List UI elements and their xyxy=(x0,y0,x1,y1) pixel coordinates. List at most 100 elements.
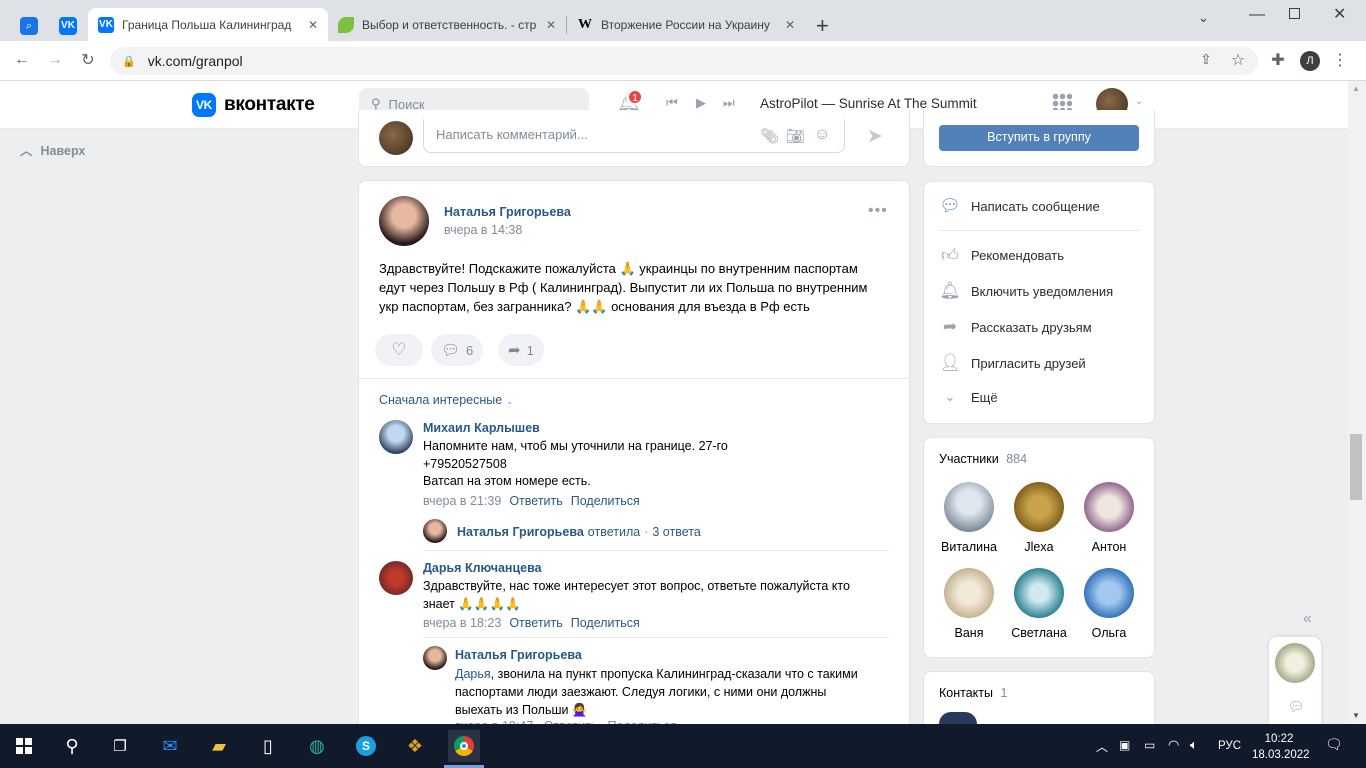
reply-link[interactable]: Ответить xyxy=(509,494,562,508)
bookmark-star-icon[interactable]: ☆ xyxy=(1228,50,1248,70)
comment-author-avatar[interactable] xyxy=(379,561,413,595)
edge-browser-icon[interactable]: ◍ xyxy=(301,730,333,762)
camera-icon[interactable]: 📷︎ xyxy=(786,127,805,145)
profile-avatar[interactable]: Л xyxy=(1300,51,1320,71)
comment-input[interactable]: Написать комментарий... xyxy=(423,119,845,153)
post-author-avatar[interactable] xyxy=(379,196,429,246)
clock[interactable]: 10:22 18.03.2022 xyxy=(1252,731,1310,763)
scroll-up-arrow-icon[interactable]: ▲ xyxy=(1352,84,1360,93)
browser-menu-icon[interactable]: ⋮ xyxy=(1330,50,1350,70)
tab-search-icon[interactable]: ⌕ xyxy=(20,17,38,35)
emoji-icon[interactable]: ☺ xyxy=(814,126,830,144)
show-hidden-icons-icon[interactable]: ︿ xyxy=(1096,738,1108,755)
input-language-indicator[interactable]: РУС xyxy=(1218,740,1241,752)
vk-logo[interactable]: VK вконтакте xyxy=(192,91,315,119)
tab-list-icon[interactable]: ⌄ xyxy=(1198,10,1209,26)
member-item[interactable]: Виталина xyxy=(934,482,1004,554)
contact-avatar[interactable] xyxy=(939,712,977,724)
member-avatar xyxy=(1014,482,1064,532)
send-icon[interactable]: ➤ xyxy=(867,125,883,148)
photos-app-icon[interactable]: ❖ xyxy=(399,730,431,762)
page-scrollbar[interactable] xyxy=(1348,81,1366,724)
pinned-vk-tab-icon[interactable]: VK xyxy=(59,17,77,35)
comments-button[interactable]: 💬︎ 6 xyxy=(431,334,484,366)
tab-wikipedia[interactable]: W Вторжение России на Украину ✕ xyxy=(567,8,805,41)
post-author-name[interactable]: Наталья Григорьева xyxy=(444,205,571,219)
members-header[interactable]: Участники 884 xyxy=(939,452,1027,466)
chevron-down-icon[interactable]: ⌄ xyxy=(1135,96,1143,107)
write-message-button[interactable]: 💬︎ Написать сообщение xyxy=(939,196,1100,216)
tab-granpol[interactable]: VK Граница Польша Калининград ✕ xyxy=(88,8,328,41)
close-window-icon[interactable]: ✕ xyxy=(1333,4,1346,24)
contacts-header[interactable]: Контакты 1 xyxy=(939,686,1007,700)
invite-friends-button[interactable]: 👤︎ Пригласить друзей xyxy=(939,353,1085,373)
reply-author-name[interactable]: Наталья Григорьева xyxy=(455,648,582,662)
collapse-chats-icon[interactable]: « xyxy=(1303,610,1312,628)
address-bar[interactable]: 🔒 vk.com/granpol xyxy=(110,47,1258,75)
url-text: vk.com/granpol xyxy=(147,53,243,69)
share-link[interactable]: Поделиться xyxy=(571,616,640,630)
share-link[interactable]: Поделиться xyxy=(571,494,640,508)
skype-icon[interactable]: S xyxy=(350,730,382,762)
task-view-icon[interactable]: ❐ xyxy=(104,730,136,762)
comments-sort-dropdown[interactable]: Сначала интересные ⌄ xyxy=(379,393,513,407)
back-icon[interactable]: ← xyxy=(12,51,32,69)
reply-addressee-link[interactable]: Дарья xyxy=(455,667,491,681)
tab-choice[interactable]: Выбор и ответственность. - стр ✕ xyxy=(328,8,566,41)
start-windows-icon[interactable] xyxy=(8,730,40,762)
taskbar-search-icon[interactable]: ⚲ xyxy=(56,730,88,762)
forward-icon[interactable]: → xyxy=(45,51,65,69)
member-item[interactable]: Jlexa xyxy=(1004,482,1074,554)
file-explorer-icon[interactable]: ▰ xyxy=(203,730,235,762)
extensions-icon[interactable]: ✚ xyxy=(1268,50,1288,70)
scroll-down-arrow-icon[interactable]: ▼ xyxy=(1352,711,1360,720)
close-tab-icon[interactable]: ✕ xyxy=(308,18,318,32)
close-tab-icon[interactable]: ✕ xyxy=(785,18,795,32)
comment-author-name[interactable]: Михаил Карлышев xyxy=(423,421,540,435)
chrome-browser-icon[interactable] xyxy=(448,730,480,762)
member-avatar xyxy=(944,482,994,532)
volume-icon[interactable]: 🔈︎ xyxy=(1190,737,1198,753)
join-group-button[interactable]: Вступить в группу xyxy=(939,125,1139,151)
close-tab-icon[interactable]: ✕ xyxy=(546,18,556,32)
comment-author-avatar[interactable] xyxy=(379,420,413,454)
member-item[interactable]: Ольга xyxy=(1074,568,1144,640)
mail-app-icon[interactable]: ✉ xyxy=(154,730,186,762)
comment-time[interactable]: вчера в 21:39 xyxy=(423,494,501,508)
chat-bubble-icon[interactable]: 💬︎ xyxy=(1288,699,1305,715)
comment-author-name[interactable]: Дарья Ключанцева xyxy=(423,561,542,575)
play-icon[interactable]: ▶ xyxy=(696,95,706,111)
player-track-title[interactable]: AstroPilot — Sunrise At The Summit xyxy=(760,96,977,111)
attach-icon[interactable]: 📎︎ xyxy=(760,127,779,145)
comment-time[interactable]: вчера в 18:23 xyxy=(423,616,501,630)
maximize-window-icon[interactable] xyxy=(1289,8,1300,19)
previous-track-icon[interactable]: ⏮ xyxy=(666,95,678,111)
share-icon[interactable]: ⇪ xyxy=(1196,51,1216,68)
like-button[interactable]: ♡ xyxy=(375,334,423,366)
member-item[interactable]: Светлана xyxy=(1004,568,1074,640)
notepad-icon[interactable]: ▯ xyxy=(252,730,284,762)
minimize-window-icon[interactable]: — xyxy=(1249,6,1265,24)
member-item[interactable]: Антон xyxy=(1074,482,1144,554)
replies-thread-link[interactable]: Наталья Григорьева ответила · 3 ответа xyxy=(457,525,701,539)
back-to-top-link[interactable]: ︿ Наверх xyxy=(20,140,85,159)
wifi-icon[interactable]: ◠ xyxy=(1168,737,1179,753)
share-button[interactable]: ➦ 1 xyxy=(498,334,544,366)
member-item[interactable]: Ваня xyxy=(934,568,1004,640)
new-tab-button[interactable]: + xyxy=(816,13,829,39)
post-more-icon[interactable]: ••• xyxy=(868,202,888,220)
meet-now-icon[interactable]: ▣ xyxy=(1119,738,1130,752)
more-button[interactable]: ⌄ Ещё xyxy=(939,389,998,405)
chat-contact-avatar[interactable] xyxy=(1275,643,1315,683)
tell-friends-button[interactable]: ➦ Рассказать друзьям xyxy=(939,317,1092,337)
post-time[interactable]: вчера в 14:38 xyxy=(444,223,522,237)
recommend-button[interactable]: 👍︎ Рекомендовать xyxy=(939,245,1064,266)
enable-notifications-button[interactable]: 🔔︎ Включить уведомления xyxy=(939,281,1113,301)
reply-link[interactable]: Ответить xyxy=(509,616,562,630)
notification-center-icon[interactable]: 🗨︎ xyxy=(1325,736,1343,753)
scrollbar-thumb[interactable] xyxy=(1350,434,1362,500)
battery-icon[interactable]: ▭ xyxy=(1144,738,1155,752)
reload-icon[interactable]: ↻ xyxy=(78,50,98,70)
reply-author-avatar[interactable] xyxy=(423,646,447,670)
next-track-icon[interactable]: ⏭ xyxy=(723,95,735,111)
